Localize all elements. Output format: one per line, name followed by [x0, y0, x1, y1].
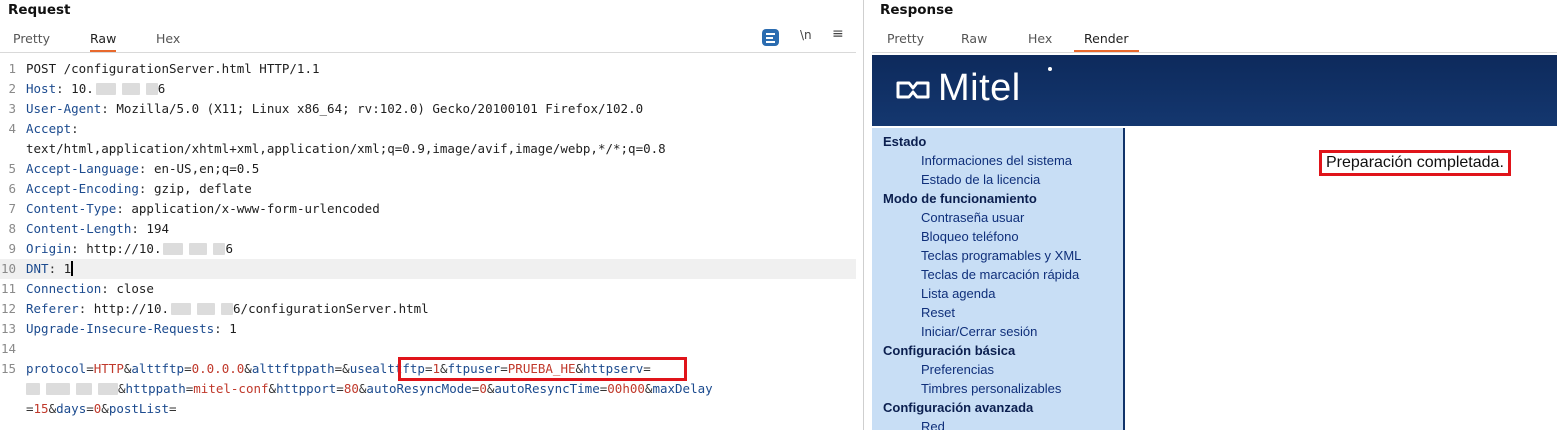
- request-tabs: Pretty Raw Hex: [0, 28, 856, 53]
- menu-item-contrasena-usuar[interactable]: Contraseña usuar: [921, 210, 1024, 225]
- code-line-continuation: text/html,application/xhtml+xml,applicat…: [26, 141, 666, 156]
- code-line: 5 Accept-Language: en-US,en;q=0.5: [8, 161, 260, 176]
- code-line-body-continuation: =15&days=0&postList=: [26, 401, 177, 416]
- tab-raw[interactable]: Raw: [90, 31, 117, 52]
- code-line: 3 User-Agent: Mozilla/5.0 (X11; Linux x86…: [8, 101, 644, 116]
- code-line: 1 POST /configurationServer.html HTTP/1.1: [0, 59, 856, 79]
- tab-pretty[interactable]: Pretty: [887, 31, 924, 51]
- code-line: 11 Connection: close: [0, 281, 154, 296]
- menu-heading-estado: Estado: [883, 134, 927, 149]
- menu-item-lista-agenda[interactable]: Lista agenda: [921, 286, 995, 301]
- mitel-logo-icon: [896, 81, 930, 99]
- text-caret: [71, 261, 73, 276]
- menu-heading-modo-funcionamiento: Modo de funcionamiento: [883, 191, 1037, 206]
- menu-item-reset[interactable]: Reset: [921, 305, 955, 320]
- response-tabs: Pretty Raw Hex Render: [872, 28, 1557, 53]
- status-message: Preparación completada.: [1319, 150, 1511, 176]
- code-line: 8 Content-Length: 194: [8, 221, 169, 236]
- menu-item-iniciar-cerrar-sesion[interactable]: Iniciar/Cerrar sesión: [921, 324, 1037, 339]
- code-line: 12 Referer: http://10. 6/configurationServ…: [0, 301, 429, 316]
- response-pane: Response Pretty Raw Hex Render Mitel Est…: [872, 0, 1557, 430]
- logo-registered-mark: [1048, 67, 1052, 71]
- code-line-body-continuation: &httppath=mitel-conf&httpport=80&autoRes…: [0, 379, 856, 399]
- header-key: Host: [26, 81, 57, 96]
- newline-toggle-button[interactable]: \n: [800, 28, 812, 42]
- menu-item-red[interactable]: Red: [921, 419, 945, 430]
- tab-raw[interactable]: Raw: [961, 31, 987, 51]
- code-line: 14: [0, 341, 16, 356]
- tab-hex[interactable]: Hex: [156, 31, 180, 51]
- menu-item-timbres-personalizables[interactable]: Timbres personalizables: [921, 381, 1061, 396]
- tab-render[interactable]: Render: [1074, 31, 1139, 52]
- menu-item-bloqueo-telefono[interactable]: Bloqueo teléfono: [921, 229, 1019, 244]
- mitel-logo-text: Mitel: [938, 67, 1021, 109]
- menu-item-estado-licencia[interactable]: Estado de la licencia: [921, 172, 1040, 187]
- menu-item-preferencias[interactable]: Preferencias: [921, 362, 994, 377]
- code-line-current: 10 DNT: 1: [0, 259, 856, 279]
- highlight-box-usealttftp: [398, 357, 687, 381]
- menu-heading-configuracion-avanzada: Configuración avanzada: [883, 400, 1034, 415]
- text-wrap-icon[interactable]: [762, 29, 779, 46]
- code-line: 13 Upgrade-Insecure-Requests: 1: [0, 321, 237, 336]
- rendered-response: Mitel Estado Informaciones del sistema E…: [872, 55, 1557, 430]
- code-line: 6 Accept-Encoding: gzip, deflate: [8, 181, 252, 196]
- response-title: Response: [880, 2, 954, 18]
- menu-heading-configuracion-basica: Configuración básica: [883, 343, 1016, 358]
- hamburger-menu-icon[interactable]: ≡: [832, 26, 844, 42]
- code-line: 9 Origin: http://10. 6: [8, 241, 234, 256]
- mitel-header: Mitel: [872, 55, 1557, 126]
- request-title: Request: [8, 2, 71, 18]
- code-line: 4 Accept:: [8, 121, 79, 136]
- code-line: 7 Content-Type: application/x-www-form-ur…: [8, 201, 380, 216]
- menu-item-teclas-programables[interactable]: Teclas programables y XML: [921, 248, 1081, 263]
- request-line: POST /configurationServer.html HTTP/1.1: [26, 61, 320, 76]
- tab-pretty[interactable]: Pretty: [13, 31, 50, 51]
- request-pane: Request Pretty Raw Hex \n ≡ 1 POST /confi…: [0, 0, 856, 430]
- tab-hex[interactable]: Hex: [1028, 31, 1052, 51]
- code-line: 2 Host: 10. 6: [8, 81, 166, 96]
- mitel-side-menu: Estado Informaciones del sistema Estado …: [872, 128, 1125, 430]
- pane-divider[interactable]: [863, 0, 864, 430]
- menu-item-teclas-marcacion[interactable]: Teclas de marcación rápida: [921, 267, 1079, 282]
- menu-item-informaciones-sistema[interactable]: Informaciones del sistema: [921, 153, 1072, 168]
